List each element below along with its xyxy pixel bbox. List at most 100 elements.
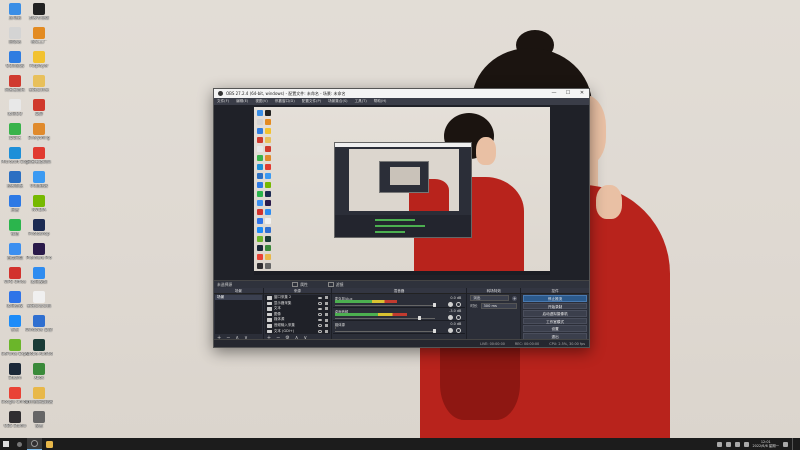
- desktop-icon[interactable]: 腾讯视频: [27, 266, 51, 290]
- desktop-icon[interactable]: 腾讯QQ: [3, 98, 27, 122]
- taskbar-file-explorer[interactable]: [42, 438, 57, 450]
- menu-view[interactable]: 视图(V): [255, 99, 267, 104]
- lock-icon[interactable]: [324, 329, 328, 333]
- menu-docks[interactable]: 停靠窗口(D): [275, 99, 295, 104]
- eye-icon[interactable]: [317, 296, 322, 299]
- desktop-icon[interactable]: 设置: [27, 410, 51, 434]
- speaker-icon[interactable]: [448, 302, 454, 307]
- desktop-icon[interactable]: 录屏: [27, 98, 51, 122]
- desktop-icon[interactable]: QQ浏览器: [3, 50, 27, 74]
- start-virtual-camera-button[interactable]: 启动虚拟摄像机: [523, 310, 587, 317]
- lock-icon[interactable]: [324, 324, 328, 328]
- desktop-icon[interactable]: 新建文件夹: [27, 74, 51, 98]
- menu-edit[interactable]: 编辑(E): [236, 99, 248, 104]
- lock-icon[interactable]: [324, 307, 328, 311]
- no-source-label: 未选择源: [217, 281, 233, 287]
- desktop-icon[interactable]: 文件资源管理器: [25, 386, 53, 410]
- desktop-icon[interactable]: Microsoft Edge: [1, 146, 29, 170]
- minimize-button[interactable]: —: [547, 89, 561, 98]
- start-recording-button[interactable]: 开始录制: [523, 302, 587, 310]
- menu-file[interactable]: 文件(F): [217, 99, 229, 104]
- desktop-icon[interactable]: UU加速器: [27, 170, 51, 194]
- duration-input[interactable]: 300 ms: [480, 303, 518, 309]
- desktop-icon[interactable]: 爱奇艺: [3, 122, 27, 146]
- taskbar-obs[interactable]: [27, 438, 42, 450]
- volume-fader-handle[interactable]: [417, 316, 421, 320]
- start-button[interactable]: [0, 438, 12, 450]
- desktop-icon[interactable]: 腾讯会议: [3, 290, 27, 314]
- obs-titlebar[interactable]: OBS 27.2.4 (64-bit, windows) - 配置文件: 未命名…: [214, 89, 589, 98]
- lock-icon[interactable]: [324, 301, 328, 305]
- desktop-icon-label: Adobe Audition: [25, 352, 53, 356]
- eye-icon[interactable]: [317, 302, 322, 305]
- clock[interactable]: 12:01 2022/6/6 星期一: [753, 440, 779, 448]
- desktop-icon[interactable]: WPS Office: [3, 266, 27, 290]
- desktop-icon[interactable]: Photoshop: [27, 218, 51, 242]
- lock-icon[interactable]: [324, 318, 328, 322]
- gear-icon[interactable]: [456, 302, 462, 307]
- desktop-icon[interactable]: 此电脑: [3, 2, 27, 26]
- desktop-icon[interactable]: 迅雷: [3, 194, 27, 218]
- desktop-icon[interactable]: 格式工厂: [27, 26, 51, 50]
- stop-streaming-button[interactable]: 停止推流: [523, 295, 587, 302]
- eye-icon[interactable]: [317, 318, 322, 322]
- desktop-icon[interactable]: 钉钉: [3, 314, 27, 338]
- transition-select[interactable]: 淡出: [470, 295, 510, 301]
- menu-help[interactable]: 帮助(H): [374, 99, 387, 104]
- desktop-icon[interactable]: GeForce Experience: [1, 338, 29, 362]
- desktop-icon[interactable]: OBS Studio: [3, 410, 27, 434]
- desktop-icon[interactable]: 微信: [3, 218, 27, 242]
- app-icon: [33, 27, 45, 39]
- notification-icon[interactable]: [783, 441, 788, 447]
- desktop-icon[interactable]: Windows 安全中心: [25, 314, 53, 338]
- preview-canvas[interactable]: [254, 107, 550, 275]
- speaker-icon[interactable]: [448, 328, 454, 333]
- lock-icon[interactable]: [324, 296, 328, 300]
- volume-fader-track[interactable]: [334, 304, 435, 306]
- eye-icon[interactable]: [317, 307, 322, 311]
- desktop-icon[interactable]: Adobe Audition: [25, 338, 53, 362]
- volume-icon[interactable]: [734, 441, 740, 447]
- eye-icon[interactable]: [317, 313, 322, 316]
- chevron-up-icon[interactable]: [716, 441, 722, 447]
- add-transition-button[interactable]: +: [512, 295, 518, 301]
- input-method-icon[interactable]: [743, 441, 749, 447]
- lock-icon[interactable]: [324, 312, 328, 316]
- desktop-icon[interactable]: 网易有道词典: [27, 146, 51, 170]
- gear-icon[interactable]: [456, 328, 462, 333]
- volume-fader-track[interactable]: [334, 330, 435, 332]
- speaker-icon[interactable]: [448, 315, 454, 320]
- desktop-icon[interactable]: 剪映专业版: [27, 2, 51, 26]
- close-button[interactable]: ✕: [575, 89, 589, 98]
- desktop-icon[interactable]: 新建文本文档: [27, 290, 51, 314]
- source-name: 文本 (GDI+): [273, 328, 295, 333]
- eye-icon[interactable]: [317, 330, 322, 333]
- desktop-icon[interactable]: Potplayer: [27, 50, 51, 74]
- desktop-icon[interactable]: NVIDIA: [27, 194, 51, 218]
- scene-item[interactable]: 场景: [215, 295, 262, 300]
- settings-button[interactable]: 设置: [523, 325, 587, 332]
- volume-fader-handle[interactable]: [432, 329, 436, 333]
- desktop-icon[interactable]: 百度网盘: [3, 242, 27, 266]
- menu-profile[interactable]: 配置文件(P): [302, 99, 321, 104]
- show-desktop-button[interactable]: [792, 438, 794, 450]
- desktop-icon[interactable]: 控制面板: [3, 170, 27, 194]
- studio-mode-button[interactable]: 工作室模式: [523, 317, 587, 325]
- eye-icon[interactable]: [317, 324, 322, 327]
- properties-button[interactable]: 属性: [292, 282, 308, 288]
- desktop-icon[interactable]: Xbox: [27, 362, 51, 386]
- volume-fader-handle[interactable]: [432, 303, 436, 307]
- desktop-icon[interactable]: Premiere Pro: [26, 242, 52, 266]
- menu-tools[interactable]: 工具(T): [355, 99, 367, 104]
- desktop-icon[interactable]: Everything: [27, 122, 51, 146]
- taskbar-search[interactable]: [12, 438, 27, 450]
- desktop-icon[interactable]: 网易云音乐: [3, 74, 27, 98]
- desktop-icon[interactable]: 回收站: [3, 26, 27, 50]
- filters-button[interactable]: 滤镜: [327, 282, 343, 288]
- network-icon[interactable]: [725, 441, 731, 447]
- gear-icon[interactable]: [456, 315, 462, 320]
- desktop-icon[interactable]: Google Chrome: [1, 386, 29, 410]
- desktop-icon[interactable]: Steam: [3, 362, 27, 386]
- maximize-button[interactable]: ☐: [561, 89, 575, 98]
- menu-scene-collection[interactable]: 场景集合(S): [328, 99, 347, 104]
